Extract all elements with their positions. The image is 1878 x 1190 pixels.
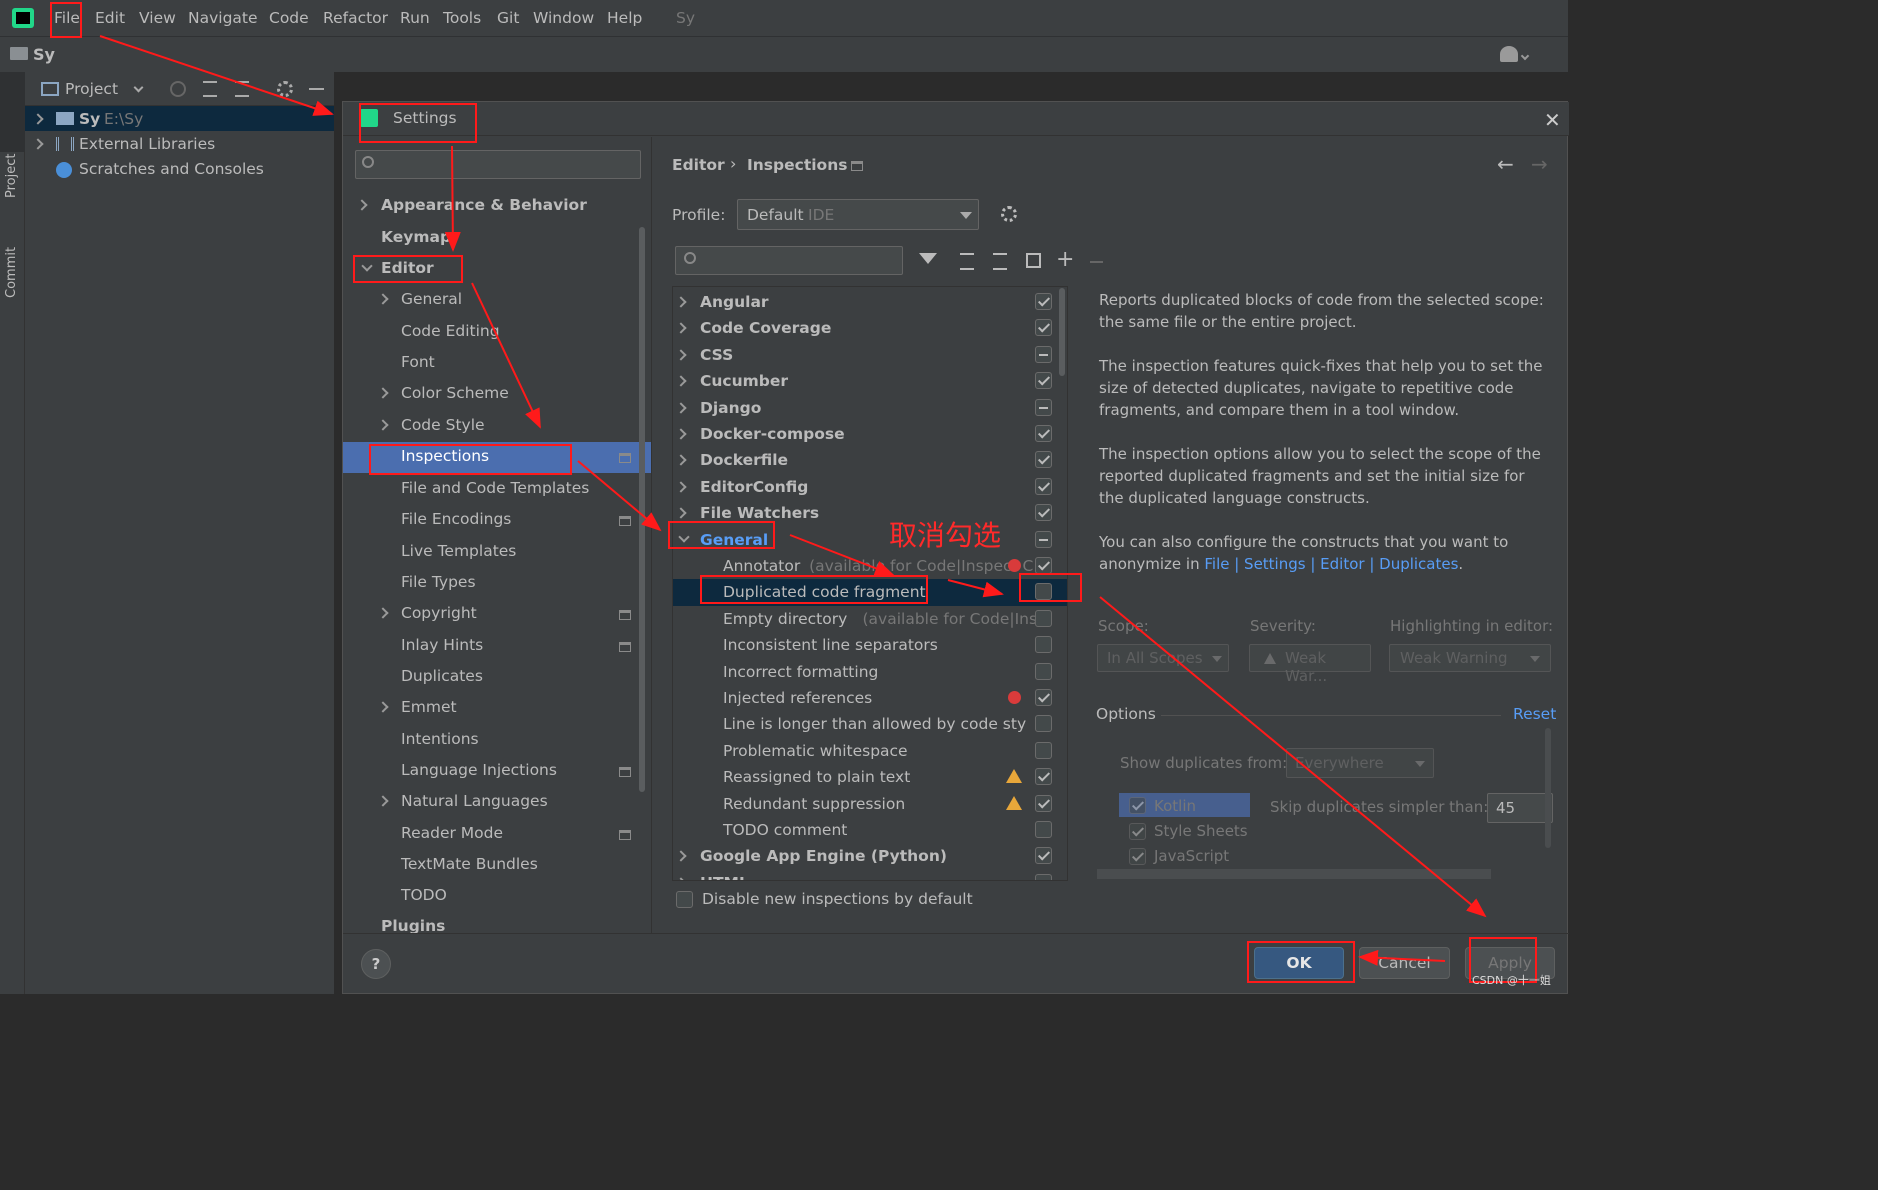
- highlight-checkbox: [1019, 573, 1082, 602]
- annotation-arrow: [1358, 949, 1446, 966]
- highlight-editor: [353, 255, 463, 283]
- highlight-duplicated: [700, 575, 928, 604]
- annotation-arrow: [444, 145, 461, 252]
- annotation-text: 取消勾选: [889, 519, 1002, 552]
- highlight-inspections: [369, 444, 572, 475]
- highlight-settings-title: [359, 103, 477, 143]
- annotation-arrow: [1099, 596, 1487, 918]
- annotation-arrow: [789, 534, 895, 576]
- annotation-arrow: [99, 35, 334, 116]
- watermark: CSDN @十一姐: [1472, 974, 1551, 987]
- highlight-ok: [1247, 941, 1355, 983]
- annotation-arrow: [577, 460, 662, 532]
- highlight-file-menu: [50, 2, 82, 38]
- highlight-general: [668, 521, 775, 549]
- annotation-arrow: [471, 282, 541, 429]
- annotation-arrows: [99, 35, 1487, 966]
- annotation-arrow: [947, 579, 1004, 598]
